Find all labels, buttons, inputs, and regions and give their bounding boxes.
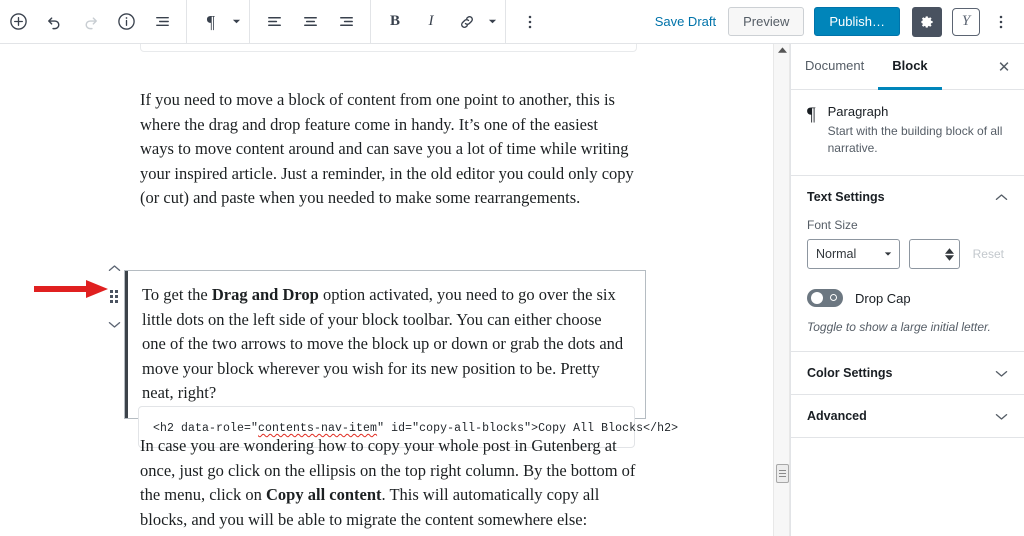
- reset-button[interactable]: Reset: [969, 247, 1008, 261]
- text-settings-title: Text Settings: [807, 190, 885, 204]
- drag-handle-icon[interactable]: [110, 289, 118, 303]
- paragraph-3-bold: Copy all content: [266, 485, 382, 504]
- editor-toolbar: ¶ B I Save Draft Preview Publish… Y: [0, 0, 1024, 44]
- drop-cap-toggle[interactable]: [807, 289, 843, 307]
- yoast-seo-icon[interactable]: Y: [952, 7, 980, 36]
- chevron-down-icon[interactable]: [995, 412, 1008, 421]
- tab-block[interactable]: Block: [878, 44, 942, 90]
- content-info-icon[interactable]: [108, 0, 144, 44]
- block-description: Start with the building block of all nar…: [827, 124, 1003, 155]
- editor-scrollbar[interactable]: [773, 44, 790, 536]
- partial-block-above: [140, 44, 637, 52]
- align-right-icon[interactable]: [328, 0, 364, 44]
- text-settings-header[interactable]: Text Settings: [791, 176, 1024, 218]
- red-arrow-annotation: [32, 278, 110, 300]
- block-settings-sidebar: Document Block ✕ ¶ Paragraph Start with …: [790, 44, 1024, 536]
- paragraph-block-3[interactable]: In case you are wondering how to copy yo…: [140, 434, 636, 532]
- settings-gear-icon[interactable]: [912, 6, 942, 37]
- pilcrow-glyph: ¶: [206, 11, 216, 32]
- formatting-chevron-down-icon[interactable]: [485, 0, 499, 44]
- move-up-icon[interactable]: [108, 260, 121, 276]
- scroll-up-arrow-icon[interactable]: [774, 47, 791, 54]
- chevron-up-icon[interactable]: [995, 193, 1008, 202]
- font-size-label: Font Size: [807, 218, 858, 232]
- gutenberg-editor-window: ¶ B I Save Draft Preview Publish… Y If y…: [0, 0, 1024, 536]
- sidebar-tabs: Document Block ✕: [791, 44, 1024, 90]
- scrollbar-thumb[interactable]: [776, 464, 789, 483]
- advanced-title: Advanced: [807, 409, 867, 423]
- advanced-header[interactable]: Advanced: [791, 395, 1024, 437]
- toolbar-divider: [249, 0, 250, 44]
- block-navigation-icon[interactable]: [144, 0, 180, 44]
- block-type-group[interactable]: ¶: [193, 0, 243, 44]
- toggle-knob: [811, 292, 823, 304]
- paragraph-block-1[interactable]: If you need to move a block of content f…: [140, 88, 634, 211]
- toolbar-divider: [505, 0, 506, 44]
- editor-more-menu-icon[interactable]: [986, 0, 1016, 44]
- add-block-icon[interactable]: [0, 0, 36, 44]
- font-size-select[interactable]: Normal: [807, 239, 901, 269]
- bold-button[interactable]: B: [377, 0, 413, 44]
- number-spinner-icon[interactable]: [944, 247, 954, 261]
- selected-text-bold: Drag and Drop: [211, 285, 319, 304]
- chevron-down-icon: [884, 247, 892, 261]
- paragraph-block-icon[interactable]: ¶: [193, 0, 229, 44]
- selected-paragraph-text: To get the Drag and Drop option activate…: [125, 271, 645, 418]
- toggle-off-indicator: [830, 294, 837, 301]
- publish-button[interactable]: Publish…: [814, 7, 900, 36]
- undo-icon[interactable]: [36, 0, 72, 44]
- align-center-icon[interactable]: [292, 0, 328, 44]
- selected-paragraph-block[interactable]: To get the Drag and Drop option activate…: [124, 270, 646, 419]
- post-content-canvas[interactable]: If you need to move a block of content f…: [0, 44, 773, 536]
- save-draft-button[interactable]: Save Draft: [643, 14, 728, 29]
- font-size-number-input[interactable]: [909, 239, 960, 269]
- color-settings-title: Color Settings: [807, 366, 893, 380]
- block-info-text: Paragraph Start with the building block …: [828, 104, 1008, 157]
- drop-cap-row: Drop Cap: [807, 289, 1008, 307]
- text-settings-body: Font Size Normal Reset Drop Cap Toggle t…: [791, 218, 1024, 351]
- yoast-letter: Y: [961, 13, 971, 29]
- toolbar-divider: [186, 0, 187, 44]
- bold-label: B: [389, 13, 400, 29]
- drop-cap-help-text: Toggle to show a large initial letter.: [807, 320, 991, 334]
- toolbar-left-group: ¶ B I: [0, 0, 548, 44]
- redo-icon[interactable]: [72, 0, 108, 44]
- italic-label: I: [428, 13, 434, 29]
- paragraph-1-text: If you need to move a block of content f…: [140, 90, 634, 207]
- link-icon[interactable]: [449, 0, 485, 44]
- paragraph-block-icon: ¶: [807, 104, 816, 125]
- block-type-chevron-down-icon[interactable]: [229, 0, 243, 44]
- chevron-down-icon[interactable]: [995, 369, 1008, 378]
- close-icon[interactable]: ✕: [984, 44, 1024, 89]
- move-down-icon[interactable]: [108, 316, 121, 332]
- sidebar-divider: [791, 437, 1024, 438]
- tab-document[interactable]: Document: [791, 44, 878, 90]
- preview-button[interactable]: Preview: [728, 7, 805, 36]
- editor-body: If you need to move a block of content f…: [0, 44, 1024, 536]
- block-title: Paragraph: [827, 104, 889, 119]
- font-size-value: Normal: [816, 247, 857, 261]
- block-info-panel: ¶ Paragraph Start with the building bloc…: [791, 90, 1024, 176]
- toolbar-divider: [370, 0, 371, 44]
- align-left-icon[interactable]: [256, 0, 292, 44]
- drop-cap-label: Drop Cap: [855, 290, 911, 306]
- selected-text-part-1: To get the: [142, 285, 212, 304]
- font-size-row: Normal Reset: [807, 239, 1008, 269]
- toolbar-right-group: Save Draft Preview Publish… Y: [643, 0, 1024, 44]
- italic-button[interactable]: I: [413, 0, 449, 44]
- block-more-options-icon[interactable]: [512, 0, 548, 44]
- color-settings-header[interactable]: Color Settings: [791, 352, 1024, 394]
